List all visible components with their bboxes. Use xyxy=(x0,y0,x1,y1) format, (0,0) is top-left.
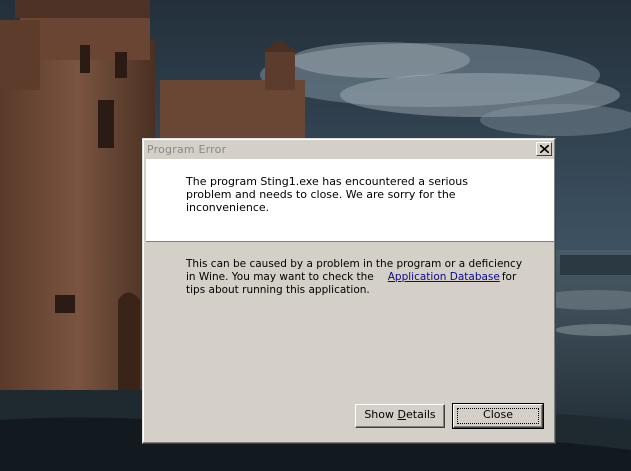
error-message: The program Sting1.exe has encountered a… xyxy=(186,175,468,214)
program-error-dialog: Program Error The program Sting1.exe has… xyxy=(142,138,556,444)
application-database-link[interactable]: Application Database xyxy=(388,271,500,283)
dialog-title: Program Error xyxy=(147,143,227,156)
close-icon xyxy=(540,145,549,153)
info-text: This can be caused by a problem in the p… xyxy=(186,258,526,297)
show-details-label-post: etails xyxy=(406,408,436,421)
close-button[interactable] xyxy=(536,142,552,156)
show-details-label-mnemonic: D xyxy=(397,408,406,421)
close-dialog-label: Close xyxy=(483,408,513,421)
show-details-button[interactable]: Show Details xyxy=(355,404,445,428)
show-details-label-pre: Show xyxy=(364,408,398,421)
message-panel: The program Sting1.exe has encountered a… xyxy=(146,159,554,242)
close-dialog-button[interactable]: Close xyxy=(452,403,544,429)
dialog-titlebar[interactable]: Program Error xyxy=(145,141,553,159)
